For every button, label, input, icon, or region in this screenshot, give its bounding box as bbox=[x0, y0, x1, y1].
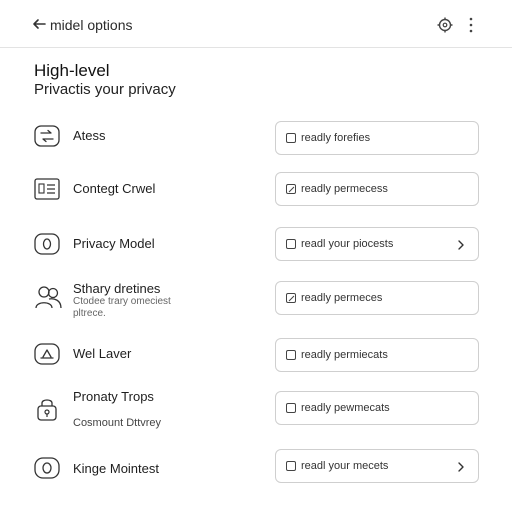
level-icon bbox=[34, 343, 60, 365]
section-title: High-level bbox=[34, 61, 110, 80]
checkbox[interactable] bbox=[286, 184, 296, 194]
checkbox[interactable] bbox=[286, 293, 296, 303]
checkbox[interactable] bbox=[286, 403, 296, 413]
checkbox[interactable] bbox=[286, 239, 296, 249]
option-field-contegt-crwel[interactable]: readly permecess bbox=[275, 172, 479, 206]
transfer-icon bbox=[34, 125, 60, 147]
row-label-pronaty-trops: Pronaty Trops bbox=[73, 389, 154, 404]
users-icon bbox=[35, 286, 62, 309]
option-field-atess[interactable]: readly forefies bbox=[275, 121, 479, 155]
top-bar: midel options bbox=[0, 0, 512, 48]
row-label-privacy-model: Privacy Model bbox=[73, 236, 155, 251]
checkbox[interactable] bbox=[286, 461, 296, 471]
field-value: readly pewmecats bbox=[301, 402, 390, 414]
settings-icon[interactable] bbox=[436, 16, 454, 34]
row-label-sthary-dretines: Sthary dretines bbox=[73, 281, 161, 296]
arrow-left-icon[interactable] bbox=[30, 15, 48, 33]
privacy-circle-icon bbox=[34, 233, 60, 255]
field-value: readly forefies bbox=[301, 132, 371, 144]
option-field-pronaty-trops[interactable]: readly pewmecats bbox=[275, 391, 479, 425]
option-field-privacy-model[interactable]: readl your piocests bbox=[275, 227, 479, 261]
checkbox[interactable] bbox=[286, 133, 296, 143]
row-label-kinge-mointest: Kinge Mointest bbox=[73, 461, 159, 476]
row-label-wel-laver: Wel Laver bbox=[73, 346, 132, 361]
more-vertical-icon[interactable] bbox=[464, 16, 478, 34]
field-value: readl your mecets bbox=[301, 460, 389, 472]
row-description: Ctodee trary omeciest pltrece. bbox=[73, 296, 171, 319]
field-value: readl your piocests bbox=[301, 238, 394, 250]
field-value: readly permecess bbox=[301, 183, 388, 195]
page-title: midel options bbox=[50, 17, 133, 33]
lock-icon bbox=[37, 399, 57, 421]
row-subtext: Cosmount Dttvrey bbox=[73, 417, 162, 429]
document-list-icon bbox=[34, 178, 60, 200]
chevron-right-icon bbox=[458, 462, 464, 472]
field-value: readly permeces bbox=[301, 292, 383, 304]
checkbox[interactable] bbox=[286, 350, 296, 360]
chevron-right-icon bbox=[458, 240, 464, 250]
option-field-sthary-dretines[interactable]: readly permeces bbox=[275, 281, 479, 315]
row-label-atess: Atess bbox=[73, 128, 106, 143]
section-subtitle: Privactis your privacy bbox=[34, 81, 176, 98]
field-value: readly permiecats bbox=[301, 349, 388, 361]
row-label-contegt-crwel: Contegt Crwel bbox=[73, 181, 156, 196]
circle-dot-icon bbox=[34, 457, 60, 479]
option-field-wel-laver[interactable]: readly permiecats bbox=[275, 338, 479, 372]
option-field-kinge-mointest[interactable]: readl your mecets bbox=[275, 449, 479, 483]
